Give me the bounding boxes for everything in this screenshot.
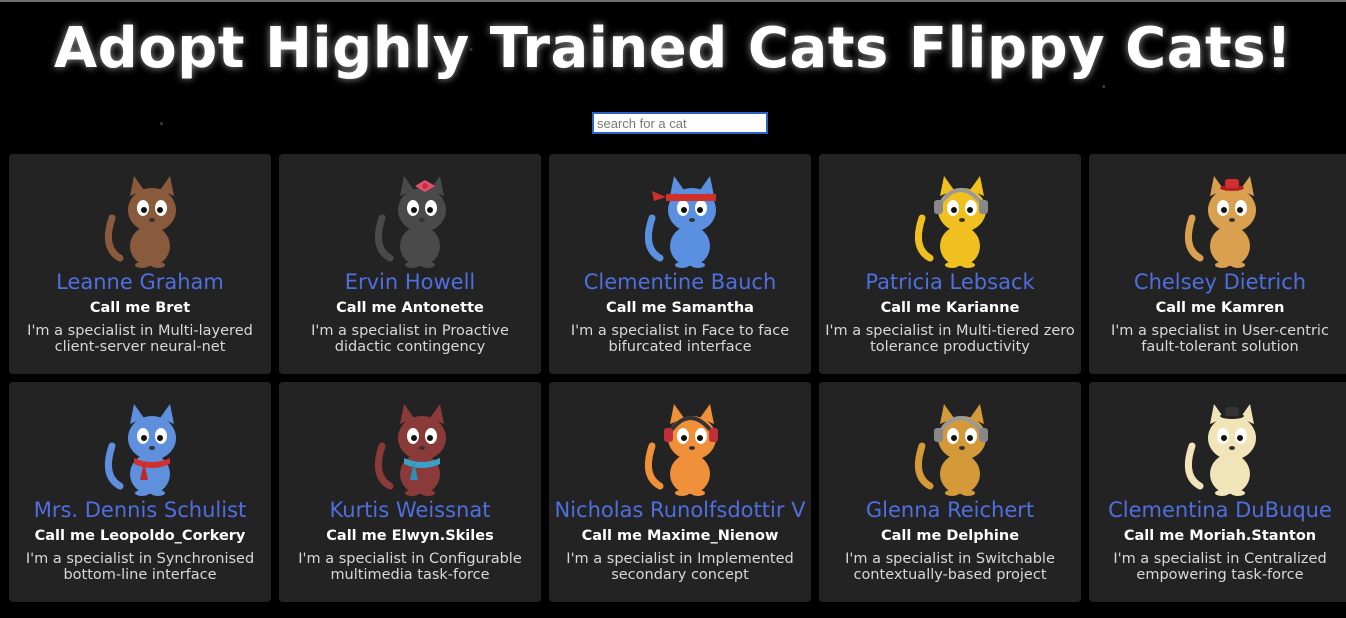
cat-avatar-image	[644, 404, 718, 496]
cat-avatar-image	[1184, 176, 1256, 268]
cat-username: Call me Kamren	[1155, 300, 1285, 316]
cat-username: Call me Leopoldo_Corkery	[34, 528, 246, 544]
cat-bio: I'm a specialist in Centralized empoweri…	[1113, 551, 1327, 583]
cat-name: Clementina DuBuque	[1108, 498, 1332, 522]
cat-card[interactable]: Glenna Reichert Call me Delphine I'm a s…	[819, 382, 1081, 602]
cat-bio: I'm a specialist in Switchable contextua…	[845, 551, 1055, 583]
cat-avatar-image	[914, 176, 988, 268]
cat-username: Call me Samantha	[606, 300, 754, 316]
cat-username: Call me Maxime_Nienow	[581, 528, 779, 544]
cat-bio: I'm a specialist in User-centric fault-t…	[1111, 323, 1329, 355]
cat-name: Mrs. Dennis Schulist	[33, 498, 247, 522]
cat-card[interactable]: Nicholas Runolfsdottir V Call me Maxime_…	[549, 382, 811, 602]
cat-bio: I'm a specialist in Multi-layered client…	[27, 323, 253, 355]
search-input[interactable]	[592, 112, 768, 134]
cat-bio: I'm a specialist in Multi-tiered zero to…	[825, 323, 1075, 355]
cat-bio: I'm a specialist in Synchronised bottom-…	[25, 551, 255, 583]
top-rule	[0, 0, 1346, 2]
cat-bio: I'm a specialist in Configurable multime…	[298, 551, 522, 583]
cat-avatar-image	[914, 404, 988, 496]
cat-card[interactable]: Chelsey Dietrich Call me Kamren I'm a sp…	[1089, 154, 1346, 374]
cat-bio: I'm a specialist in Proactive didactic c…	[311, 323, 509, 355]
cat-name: Ervin Howell	[344, 270, 476, 294]
cat-username: Call me Bret	[89, 300, 191, 316]
cat-name: Leanne Graham	[56, 270, 224, 294]
cat-username: Call me Elwyn.Skiles	[326, 528, 494, 544]
cat-avatar-image	[374, 176, 446, 268]
cat-bio: I'm a specialist in Face to face bifurca…	[570, 323, 790, 355]
cat-username: Call me Karianne	[880, 300, 1020, 316]
cat-card[interactable]: Clementine Bauch Call me Samantha I'm a …	[549, 154, 811, 374]
cat-card[interactable]: Ervin Howell Call me Antonette I'm a spe…	[279, 154, 541, 374]
cat-avatar-image	[104, 176, 176, 268]
page-title: Adopt Highly Trained Cats Flippy Cats!	[53, 16, 1293, 81]
cat-username: Call me Delphine	[880, 528, 1020, 544]
cat-bio: I'm a specialist in Implemented secondar…	[566, 551, 794, 583]
cat-name: Chelsey Dietrich	[1133, 270, 1307, 294]
cat-avatar-image	[374, 404, 446, 496]
cat-card[interactable]: Mrs. Dennis Schulist Call me Leopoldo_Co…	[9, 382, 271, 602]
cat-card[interactable]: Leanne Graham Call me Bret I'm a special…	[9, 154, 271, 374]
cat-avatar-image	[644, 176, 716, 268]
cat-name: Kurtis Weissnat	[329, 498, 491, 522]
cat-avatar-image	[1184, 404, 1256, 496]
cat-avatar-image	[104, 404, 176, 496]
cat-card[interactable]: Kurtis Weissnat Call me Elwyn.Skiles I'm…	[279, 382, 541, 602]
cat-card[interactable]: Patricia Lebsack Call me Karianne I'm a …	[819, 154, 1081, 374]
cat-card[interactable]: Clementina DuBuque Call me Moriah.Stanto…	[1089, 382, 1346, 602]
cat-name: Clementine Bauch	[583, 270, 777, 294]
cat-username: Call me Antonette	[336, 300, 484, 316]
cat-username: Call me Moriah.Stanton	[1123, 528, 1317, 544]
cat-card-grid: Leanne Graham Call me Bret I'm a special…	[9, 154, 1346, 602]
cat-name: Glenna Reichert	[865, 498, 1035, 522]
cat-name: Patricia Lebsack	[865, 270, 1035, 294]
cat-name: Nicholas Runolfsdottir V	[554, 498, 806, 522]
